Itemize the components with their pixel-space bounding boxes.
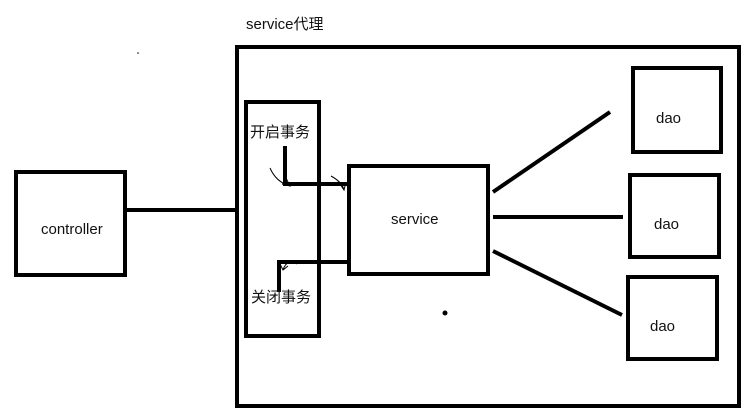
diagram-canvas: [14, 45, 741, 408]
service-dao3-connector: [492, 249, 623, 317]
close-transaction-label: 关闭事务: [251, 289, 312, 306]
dao-label-1: dao: [656, 110, 682, 127]
service-dao1-connector: [491, 110, 612, 194]
service-label: service: [391, 211, 439, 228]
close-tx-connector: [277, 260, 349, 292]
controller-label: controller: [41, 221, 103, 238]
open-transaction-label: 开启事务: [250, 124, 311, 141]
proxy-title: service代理: [246, 16, 324, 33]
dao-label-3: dao: [650, 318, 676, 335]
stray-dot-small: [137, 52, 139, 54]
stray-dot: [442, 310, 448, 316]
dao-label-2: dao: [654, 216, 680, 233]
